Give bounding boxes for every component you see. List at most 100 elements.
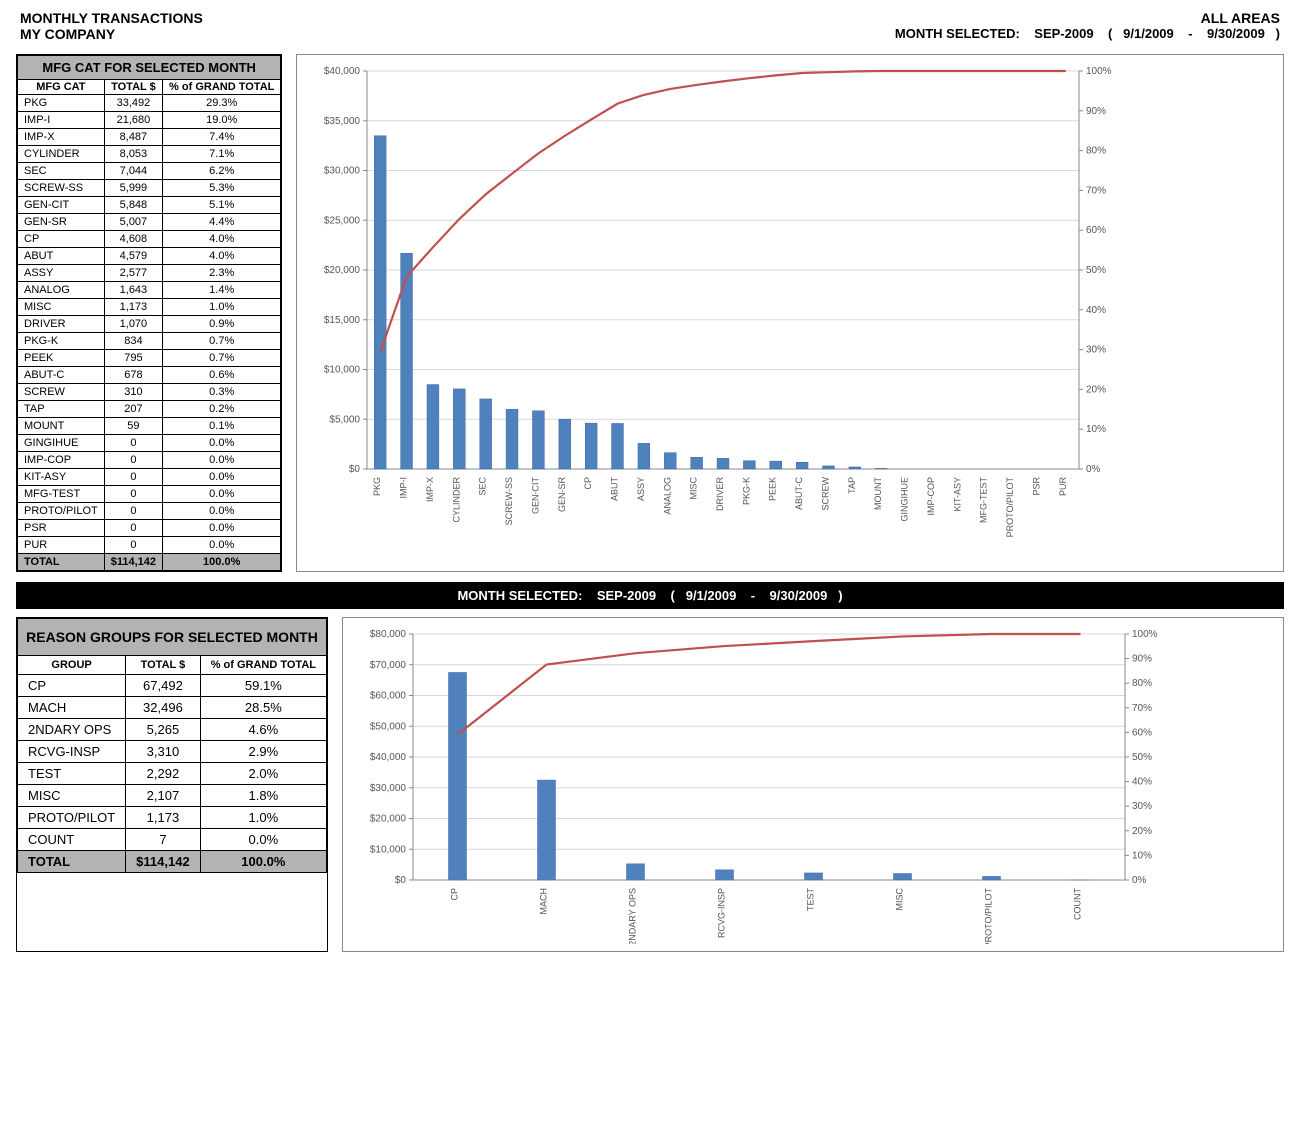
table-row: TEST2,2922.0% xyxy=(18,763,327,785)
section-reason-groups: REASON GROUPS FOR SELECTED MONTH GROUPTO… xyxy=(16,617,1284,952)
svg-text:90%: 90% xyxy=(1086,106,1106,117)
svg-text:MFG-TEST: MFG-TEST xyxy=(979,477,989,523)
report-title: MONTHLY TRANSACTIONS xyxy=(20,10,203,26)
svg-text:IMP-X: IMP-X xyxy=(425,477,435,502)
reason-groups-table-wrap: REASON GROUPS FOR SELECTED MONTH GROUPTO… xyxy=(16,617,328,952)
table-row: IMP-X8,4877.4% xyxy=(18,129,281,146)
svg-text:MISC: MISC xyxy=(895,887,905,910)
svg-text:70%: 70% xyxy=(1086,185,1106,196)
svg-text:ABUT-C: ABUT-C xyxy=(794,477,804,511)
svg-text:30%: 30% xyxy=(1132,801,1152,812)
svg-text:$35,000: $35,000 xyxy=(324,116,361,127)
svg-text:60%: 60% xyxy=(1132,727,1152,738)
svg-text:40%: 40% xyxy=(1086,305,1106,316)
svg-text:PKG-K: PKG-K xyxy=(742,477,752,505)
svg-text:TEST: TEST xyxy=(806,888,816,912)
svg-text:100%: 100% xyxy=(1086,66,1112,77)
svg-text:40%: 40% xyxy=(1132,777,1152,788)
svg-text:$10,000: $10,000 xyxy=(370,844,407,855)
table-row: PEEK7950.7% xyxy=(18,350,281,367)
table-row: DRIVER1,0700.9% xyxy=(18,316,281,333)
table-row: MOUNT590.1% xyxy=(18,418,281,435)
svg-text:GEN-CIT: GEN-CIT xyxy=(531,477,541,515)
section-mfg-cat: MFG CAT FOR SELECTED MONTH MFG CATTOTAL … xyxy=(16,54,1284,572)
svg-text:MACH: MACH xyxy=(539,888,549,915)
svg-text:$70,000: $70,000 xyxy=(370,660,407,671)
svg-text:CP: CP xyxy=(584,477,594,490)
svg-text:$0: $0 xyxy=(395,875,407,886)
svg-text:PSR: PSR xyxy=(1032,477,1042,496)
table-row: CP4,6084.0% xyxy=(18,231,281,248)
mfg-cat-table-title: MFG CAT FOR SELECTED MONTH xyxy=(18,56,281,80)
reason-groups-table: REASON GROUPS FOR SELECTED MONTH GROUPTO… xyxy=(17,618,327,873)
svg-text:70%: 70% xyxy=(1132,703,1152,714)
svg-text:PUR: PUR xyxy=(1058,477,1068,497)
svg-text:SCREW-SS: SCREW-SS xyxy=(504,477,514,525)
table-row: ABUT-C6780.6% xyxy=(18,367,281,384)
svg-text:$0: $0 xyxy=(349,464,361,475)
mfg-cat-pareto-svg: $0$5,000$10,000$15,000$20,000$25,000$30,… xyxy=(307,61,1127,541)
table-row: SEC7,0446.2% xyxy=(18,163,281,180)
svg-text:ASSY: ASSY xyxy=(636,477,646,501)
col-header: % of GRAND TOTAL xyxy=(163,80,281,95)
table-row: SCREW3100.3% xyxy=(18,384,281,401)
col-header: % of GRAND TOTAL xyxy=(200,656,326,675)
svg-text:$80,000: $80,000 xyxy=(370,629,407,640)
table-total-row: TOTAL$114,142100.0% xyxy=(18,554,281,571)
table-row: ANALOG1,6431.4% xyxy=(18,282,281,299)
svg-text:DRIVER: DRIVER xyxy=(715,477,725,512)
svg-text:PROTO/PILOT: PROTO/PILOT xyxy=(984,888,994,944)
svg-text:IMP-COP: IMP-COP xyxy=(926,477,936,516)
svg-text:60%: 60% xyxy=(1086,225,1106,236)
table-row: PROTO/PILOT00.0% xyxy=(18,503,281,520)
svg-text:90%: 90% xyxy=(1132,654,1152,665)
table-row: GINGIHUE00.0% xyxy=(18,435,281,452)
mfg-cat-table-wrap: MFG CAT FOR SELECTED MONTH MFG CATTOTAL … xyxy=(16,54,282,572)
svg-text:0%: 0% xyxy=(1132,875,1147,886)
svg-text:GINGIHUE: GINGIHUE xyxy=(900,477,910,522)
svg-text:IMP-I: IMP-I xyxy=(399,477,409,499)
svg-text:GEN-SR: GEN-SR xyxy=(557,477,567,513)
svg-text:PROTO/PILOT: PROTO/PILOT xyxy=(1005,477,1015,538)
svg-text:10%: 10% xyxy=(1132,850,1152,861)
table-row: GEN-CIT5,8485.1% xyxy=(18,197,281,214)
company-name: MY COMPANY xyxy=(20,26,203,42)
svg-text:50%: 50% xyxy=(1086,265,1106,276)
svg-text:$40,000: $40,000 xyxy=(324,66,361,77)
svg-text:SEC: SEC xyxy=(478,477,488,496)
svg-text:$20,000: $20,000 xyxy=(324,265,361,276)
svg-text:20%: 20% xyxy=(1086,384,1106,395)
table-row: GEN-SR5,0074.4% xyxy=(18,214,281,231)
table-row: ASSY2,5772.3% xyxy=(18,265,281,282)
table-row: MACH32,49628.5% xyxy=(18,697,327,719)
report-header: MONTHLY TRANSACTIONS MY COMPANY ALL AREA… xyxy=(16,10,1284,50)
table-row: PSR00.0% xyxy=(18,520,281,537)
svg-text:SCREW: SCREW xyxy=(821,476,831,510)
mfg-cat-chart: $0$5,000$10,000$15,000$20,000$25,000$30,… xyxy=(296,54,1284,572)
table-row: PUR00.0% xyxy=(18,537,281,554)
reason-groups-chart: $0$10,000$20,000$30,000$40,000$50,000$60… xyxy=(342,617,1284,952)
svg-text:ABUT: ABUT xyxy=(610,477,620,502)
svg-text:$5,000: $5,000 xyxy=(330,414,361,425)
svg-text:MISC: MISC xyxy=(689,476,699,499)
svg-text:PEEK: PEEK xyxy=(768,477,778,501)
table-row: RCVG-INSP3,3102.9% xyxy=(18,741,327,763)
section-divider-bar: MONTH SELECTED: SEP-2009 ( 9/1/2009 - 9/… xyxy=(16,582,1284,609)
reason-groups-table-title: REASON GROUPS FOR SELECTED MONTH xyxy=(18,619,327,656)
table-row: COUNT70.0% xyxy=(18,829,327,851)
svg-text:KIT-ASY: KIT-ASY xyxy=(953,477,963,512)
svg-text:50%: 50% xyxy=(1132,752,1152,763)
table-row: CYLINDER8,0537.1% xyxy=(18,146,281,163)
svg-text:$50,000: $50,000 xyxy=(370,721,407,732)
col-header: TOTAL $ xyxy=(104,80,162,95)
svg-text:$30,000: $30,000 xyxy=(324,166,361,177)
svg-text:TAP: TAP xyxy=(847,477,857,494)
svg-text:COUNT: COUNT xyxy=(1073,888,1083,920)
table-row: IMP-COP00.0% xyxy=(18,452,281,469)
svg-text:80%: 80% xyxy=(1132,678,1152,689)
svg-text:10%: 10% xyxy=(1086,424,1106,435)
reason-groups-pareto-svg: $0$10,000$20,000$30,000$40,000$50,000$60… xyxy=(353,624,1173,944)
mfg-cat-table: MFG CAT FOR SELECTED MONTH MFG CATTOTAL … xyxy=(17,55,281,571)
svg-text:MOUNT: MOUNT xyxy=(874,477,884,510)
svg-text:$25,000: $25,000 xyxy=(324,215,361,226)
